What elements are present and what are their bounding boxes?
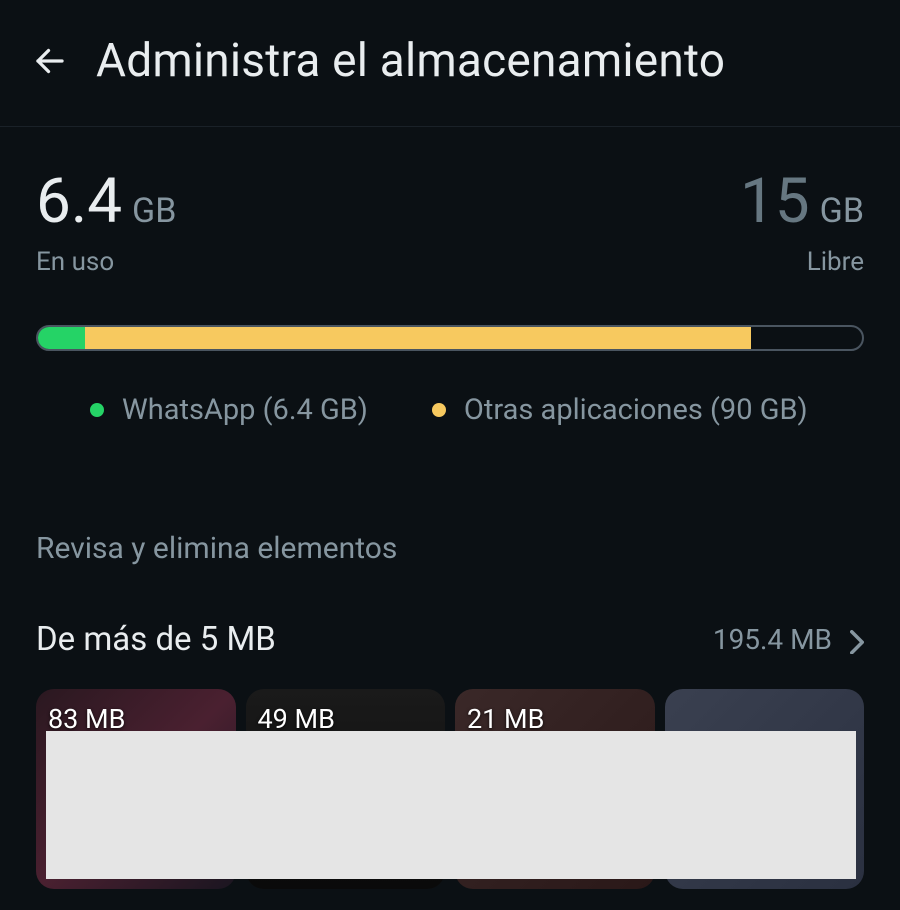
review-title: Revisa y elimina elementos <box>36 531 864 566</box>
legend-other: Otras aplicaciones (90 GB) <box>432 393 808 427</box>
content-overlay <box>46 731 856 879</box>
legend-whatsapp-label: WhatsApp (6.4 GB) <box>122 393 368 427</box>
legend-dot-yellow-icon <box>432 403 446 417</box>
review-section: Revisa y elimina elementos De más de 5 M… <box>0 475 900 889</box>
storage-free-unit: GB <box>820 191 864 231</box>
storage-used: 6.4 GB En uso <box>36 171 176 277</box>
chevron-right-icon <box>850 630 864 650</box>
category-size-wrap: 195.4 MB <box>713 623 864 656</box>
storage-legend: WhatsApp (6.4 GB) Otras aplicaciones (90… <box>36 393 864 427</box>
storage-values-row: 6.4 GB En uso 15 GB Libre <box>36 171 864 277</box>
legend-other-label: Otras aplicaciones (90 GB) <box>464 393 808 427</box>
storage-bar-whatsapp <box>38 327 85 349</box>
legend-whatsapp: WhatsApp (6.4 GB) <box>90 393 368 427</box>
storage-free-label: Libre <box>740 247 864 277</box>
storage-free: 15 GB Libre <box>740 171 864 277</box>
category-total-size: 195.4 MB <box>713 623 832 656</box>
header: Administra el almacenamiento <box>0 0 900 127</box>
storage-used-value: 6.4 <box>36 171 122 233</box>
thumbnails-row: 83 MB 49 MB 21 MB +4 <box>36 689 864 889</box>
back-arrow-icon[interactable] <box>32 43 68 79</box>
storage-used-unit: GB <box>132 191 176 231</box>
storage-summary: 6.4 GB En uso 15 GB Libre WhatsApp (6.4 … <box>0 127 900 475</box>
page-title: Administra el almacenamiento <box>96 34 725 88</box>
storage-bar-other <box>85 327 751 349</box>
storage-bar <box>36 325 864 351</box>
storage-free-value: 15 <box>740 171 810 233</box>
storage-used-label: En uso <box>36 247 176 277</box>
category-title: De más de 5 MB <box>36 620 276 659</box>
category-large-files[interactable]: De más de 5 MB 195.4 MB <box>36 620 864 659</box>
legend-dot-green-icon <box>90 403 104 417</box>
